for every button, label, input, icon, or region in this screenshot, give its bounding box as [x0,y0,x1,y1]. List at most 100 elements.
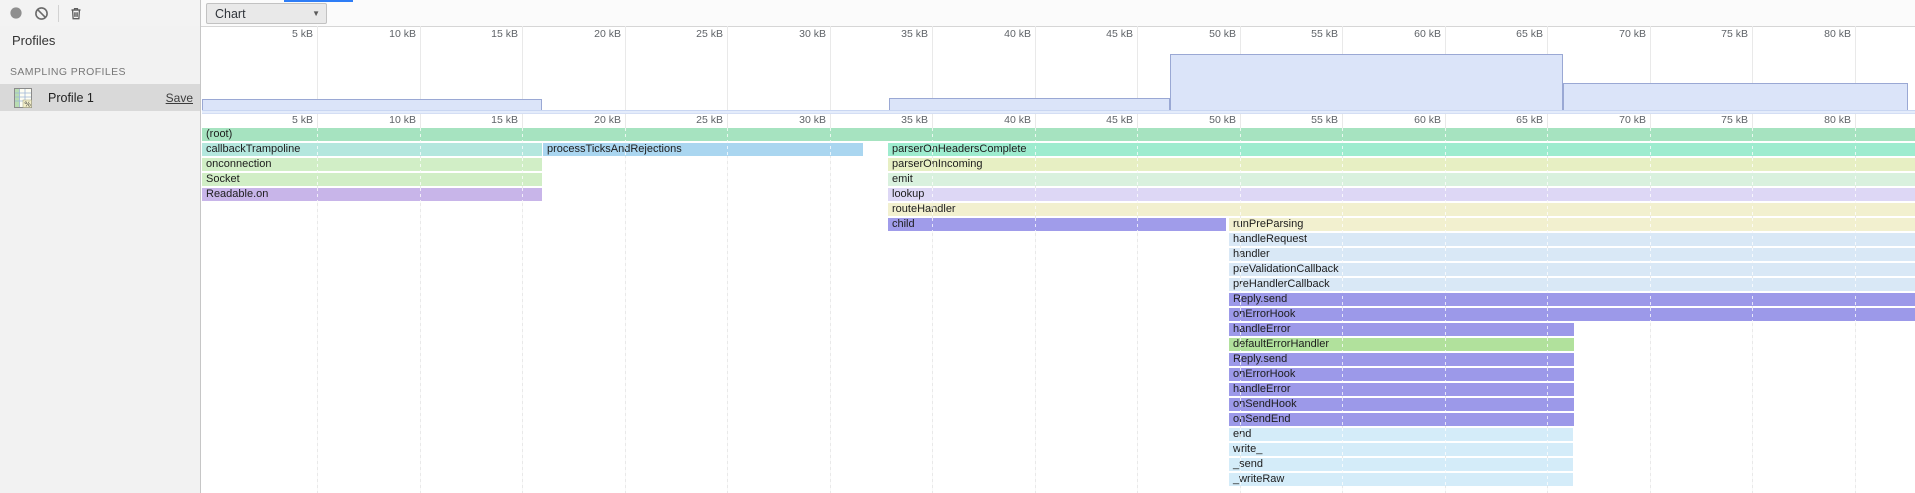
flame-frame-Reply.send[interactable]: Reply.send [1229,353,1574,366]
ruler-tick-label: 65 kB [1487,114,1543,126]
flame-frame-handleError[interactable]: handleError [1229,323,1574,336]
record-button[interactable] [8,5,24,21]
save-profile-link[interactable]: Save [166,91,193,105]
ruler-tick-label: 60 kB [1385,114,1441,126]
overview-range-strip [202,110,1915,114]
gridline-dash-overlay [1342,128,1343,493]
flame-frame-child[interactable]: child [888,218,1226,231]
ruler-tick-label: 30 kB [770,28,826,40]
flame-frame-Readable.on[interactable]: Readable.on [202,188,542,201]
toolbar-left [0,0,200,26]
flame-frame-preHandlerCallback[interactable]: preHandlerCallback [1229,278,1915,291]
flame-frame-parserOnHeadersComplete[interactable]: parserOnHeadersComplete [888,143,1915,156]
ruler-tick-label: 45 kB [1077,28,1133,40]
gridline-dash-overlay [317,128,318,493]
gridline-dash-overlay [1137,128,1138,493]
heap-profile-icon: % [14,88,32,108]
gridline-dash-overlay [1855,128,1856,493]
ruler-tick-label: 10 kB [360,28,416,40]
gridline-dash-overlay [522,128,523,493]
sidebar-divider[interactable] [200,0,201,493]
ruler-tick-label: 35 kB [872,28,928,40]
overview-step [889,98,1170,110]
ruler-tick-label: 75 kB [1692,114,1748,126]
gridline-dash-overlay [625,128,626,493]
chevron-down-icon: ▼ [312,9,320,18]
sidebar-title: Profiles [12,33,55,48]
ruler-tick-label: 25 kB [667,114,723,126]
flame-frame-write_[interactable]: write_ [1229,443,1573,456]
clear-button[interactable] [33,5,49,21]
active-tab-accent-line [284,0,353,2]
ruler-tick-label: 35 kB [872,114,928,126]
gridline-dash-overlay [932,128,933,493]
ruler-tick-label: 70 kB [1590,114,1646,126]
ruler-tick-label: 80 kB [1795,28,1851,40]
sidebar-item-profile-1[interactable]: % Profile 1 Save [0,84,200,111]
flame-frame-Reply.send[interactable]: Reply.send [1229,293,1915,306]
gridline-dash-overlay [1752,128,1753,493]
flame-frame-parserOnIncoming[interactable]: parserOnIncoming [888,158,1915,171]
flame-frame-lookup[interactable]: lookup [888,188,1915,201]
overview-step [1170,54,1563,110]
sidebar-section-sampling-profiles: SAMPLING PROFILES [10,66,126,78]
overview-step [1563,83,1908,110]
flame-frame-runPreParsing[interactable]: runPreParsing [1229,218,1915,231]
ruler-tick-label: 50 kB [1180,114,1236,126]
flame-frame-routeHandler[interactable]: routeHandler [888,203,1915,216]
gridline-dash-overlay [1240,128,1241,493]
ruler-tick-label: 50 kB [1180,28,1236,40]
delete-profile-button[interactable] [68,5,84,21]
flame-frame-onSendEnd[interactable]: onSendEnd [1229,413,1574,426]
gridline-dash-overlay [1547,128,1548,493]
flame-frame-onErrorHook[interactable]: onErrorHook [1229,308,1915,321]
overview-step [202,99,542,110]
flame-frame-handleRequest[interactable]: handleRequest [1229,233,1915,246]
gridline-dash-overlay [1445,128,1446,493]
ruler-tick-label: 30 kB [770,114,826,126]
ruler-tick-label: 55 kB [1282,114,1338,126]
ruler-tick-label: 40 kB [975,28,1031,40]
flame-frame-preValidationCallback[interactable]: preValidationCallback [1229,263,1915,276]
flame-frame-handler[interactable]: handler [1229,248,1915,261]
ruler-tick-label: 10 kB [360,114,416,126]
ruler-tick-label: 5 kB [257,114,313,126]
view-mode-select[interactable]: Chart ▼ [206,3,327,24]
ruler-tick-label: 15 kB [462,28,518,40]
ruler-tick-label: 25 kB [667,28,723,40]
flame-frame-_send[interactable]: _send [1229,458,1573,471]
ruler-tick-label: 20 kB [565,28,621,40]
ruler-tick-label: 60 kB [1385,28,1441,40]
flame-frame-root[interactable]: (root) [202,128,1915,141]
svg-text:%: % [24,100,31,108]
ruler-tick-label: 40 kB [975,114,1031,126]
flame-frame-processTicksAndRejections[interactable]: processTicksAndRejections [543,143,863,156]
flame-frame-_writeRaw[interactable]: _writeRaw [1229,473,1573,486]
ruler-tick-label: 20 kB [565,114,621,126]
flame-frame-defaultErrorHandler[interactable]: defaultErrorHandler [1229,338,1574,351]
flame-frame-callbackTrampoline[interactable]: callbackTrampoline [202,143,542,156]
ruler-tick-label: 70 kB [1590,28,1646,40]
ruler-tick-label: 80 kB [1795,114,1851,126]
flame-frame-onErrorHook[interactable]: onErrorHook [1229,368,1574,381]
flame-frame-handleError[interactable]: handleError [1229,383,1574,396]
flame-frame-onSendHook[interactable]: onSendHook [1229,398,1574,411]
gridline-dash-overlay [1035,128,1036,493]
gridline-dash-overlay [727,128,728,493]
gridline-dash-overlay [830,128,831,493]
flame-frame-end[interactable]: end [1229,428,1573,441]
ruler-tick-label: 65 kB [1487,28,1543,40]
flame-frame-onconnection[interactable]: onconnection [202,158,542,171]
ruler-tick-label: 75 kB [1692,28,1748,40]
ruler-tick-label: 5 kB [257,28,313,40]
gridline-dash-overlay [1650,128,1651,493]
toolbar-separator [58,5,59,22]
gridline-dash-overlay [420,128,421,493]
ruler-tick-label: 55 kB [1282,28,1338,40]
ruler-tick-label: 45 kB [1077,114,1133,126]
clear-icon [34,6,49,21]
flame-frame-Socket[interactable]: Socket [202,173,542,186]
flame-frame-emit[interactable]: emit [888,173,1915,186]
ruler-tick-label: 15 kB [462,114,518,126]
profile-name: Profile 1 [48,91,166,105]
